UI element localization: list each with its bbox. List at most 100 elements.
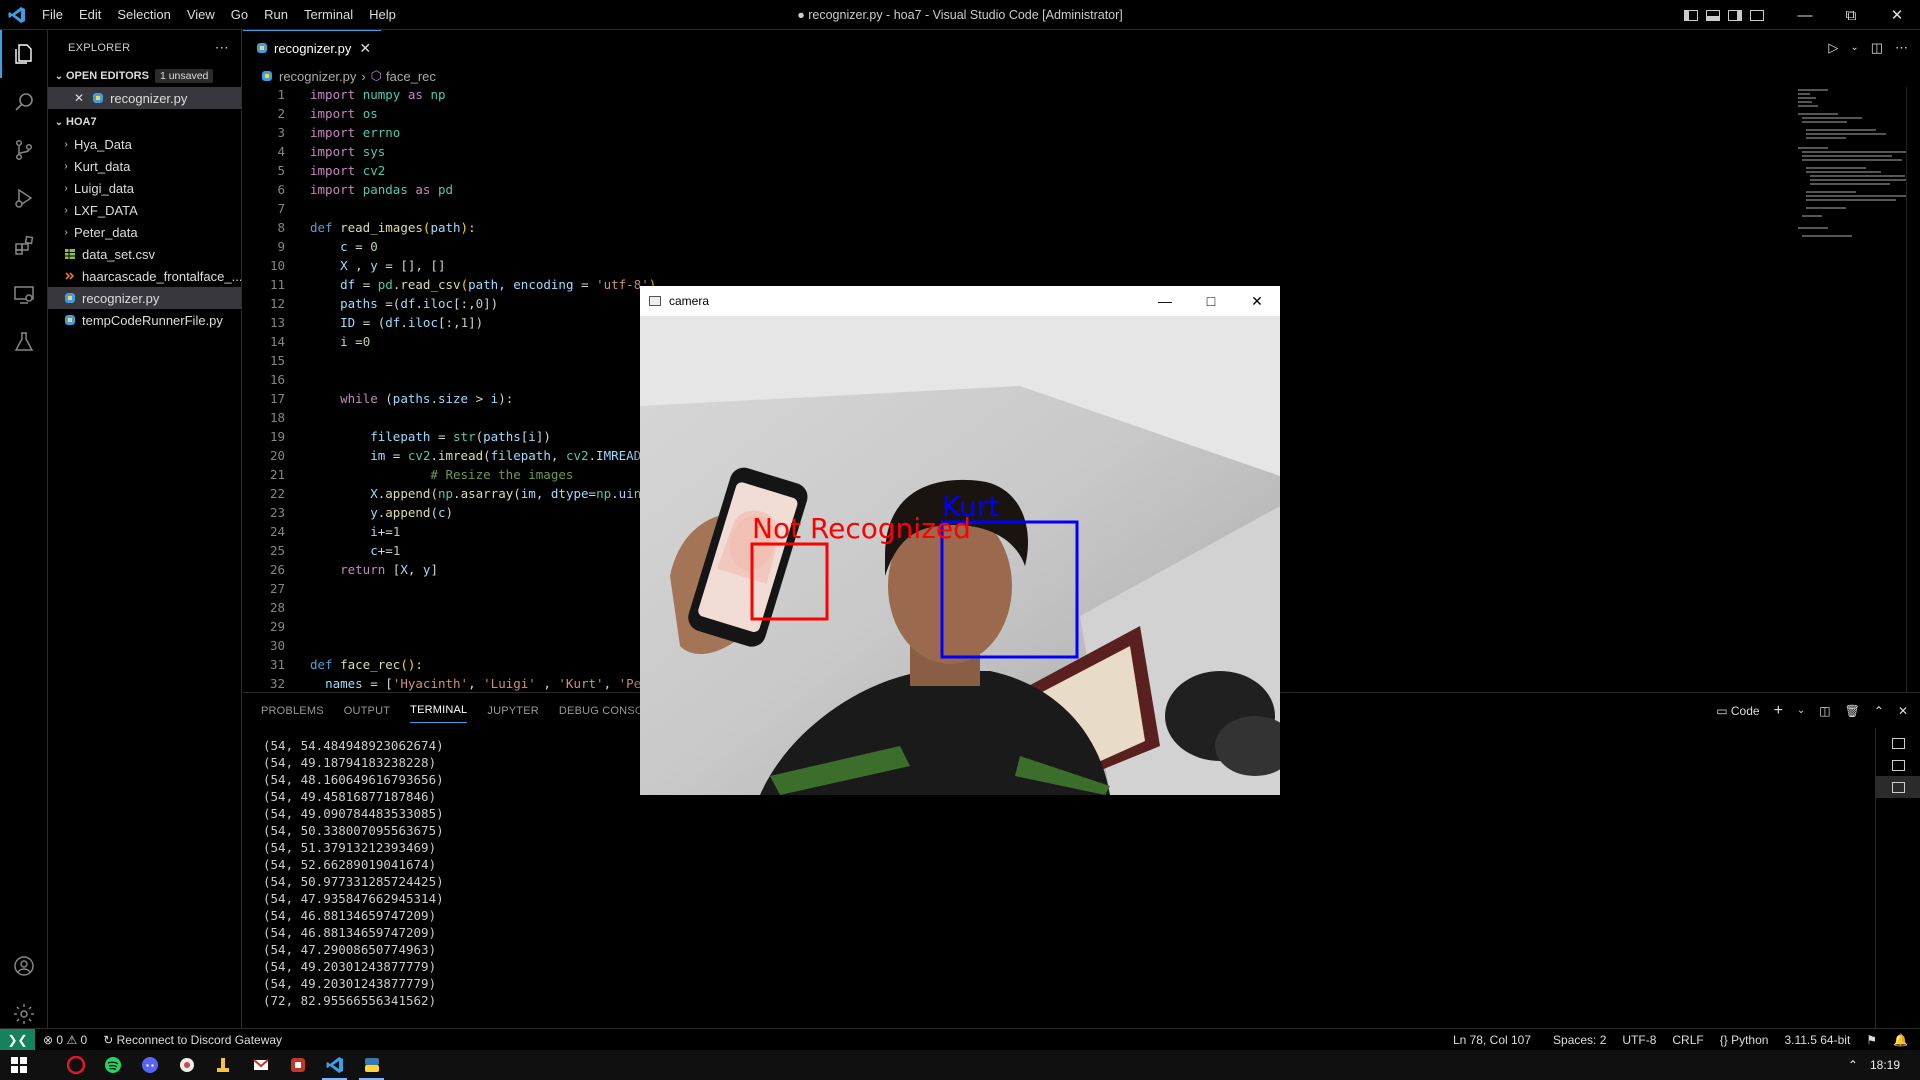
accounts-icon[interactable] — [0, 942, 48, 990]
search-icon[interactable] — [0, 78, 48, 126]
file-item-haarcascade[interactable]: haarcascade_frontalface_... — [48, 265, 241, 287]
feedback-icon[interactable]: ⚑ — [1858, 1033, 1885, 1047]
spotify-icon[interactable] — [94, 1050, 131, 1080]
customize-layout-icon[interactable] — [1746, 0, 1768, 30]
folder-item-hya-data[interactable]: › Hya_Data — [48, 133, 241, 155]
terminal-instance-icon[interactable] — [1876, 754, 1920, 776]
notifications-bell-icon[interactable]: 🔔 — [1885, 1033, 1916, 1047]
run-dropdown-chevron-icon[interactable]: ⌄ — [1850, 42, 1858, 53]
menu-file[interactable]: File — [34, 0, 71, 30]
folder-item-luigi-data[interactable]: › Luigi_data — [48, 177, 241, 199]
remote-indicator-icon[interactable]: ❯❮ — [0, 1028, 35, 1051]
problems-status[interactable]: ⊗ 0 ⚠ 0 — [35, 1033, 95, 1047]
close-icon[interactable]: ✕ — [74, 91, 84, 105]
terminal-icon: ▭ — [1716, 703, 1731, 718]
camera-close-button[interactable]: ✕ — [1234, 286, 1280, 316]
kill-terminal-trash-icon[interactable]: 🗑 — [1845, 704, 1860, 718]
vscode-icon[interactable] — [316, 1050, 353, 1080]
line-ending[interactable]: CRLF — [1664, 1033, 1711, 1047]
clock[interactable]: 18:19 — [1870, 1058, 1900, 1072]
close-panel-icon[interactable]: ✕ — [1898, 704, 1908, 718]
error-count: 0 — [56, 1032, 64, 1047]
tab-jupyter[interactable]: JUPYTER — [487, 699, 539, 723]
split-terminal-icon[interactable]: ◫ — [1819, 704, 1830, 718]
run-python-icon[interactable]: ▷ — [1828, 40, 1838, 56]
code-line: c+=1 — [370, 543, 401, 558]
menu-help[interactable]: Help — [361, 0, 404, 30]
tab-output[interactable]: OUTPUT — [344, 699, 390, 723]
python-interpreter[interactable]: 3.11.5 64-bit — [1776, 1033, 1858, 1047]
file-item-recognizer-py[interactable]: recognizer.py — [48, 287, 241, 309]
camera-maximize-button[interactable]: □ — [1188, 286, 1234, 316]
code-line: c = 0 — [340, 239, 378, 254]
folder-item-kurt-data[interactable]: › Kurt_data — [48, 155, 241, 177]
run-debug-icon[interactable] — [0, 174, 48, 222]
windows-start-icon[interactable] — [0, 1050, 37, 1080]
folder-item-peter-data[interactable]: › Peter_data — [48, 221, 241, 243]
tab-problems[interactable]: PROBLEMS — [261, 699, 324, 723]
menu-selection[interactable]: Selection — [109, 0, 178, 30]
language-mode[interactable]: {} Python — [1712, 1033, 1777, 1047]
opera-icon[interactable] — [57, 1050, 94, 1080]
open-editor-item[interactable]: ✕ recognizer.py — [48, 87, 241, 109]
terminal-instance-icon[interactable] — [1876, 732, 1920, 754]
testing-icon[interactable] — [0, 318, 48, 366]
tab-terminal[interactable]: TERMINAL — [410, 698, 468, 723]
folder-header[interactable]: ⌄ HOA7 — [48, 111, 241, 133]
cursor-position[interactable]: Ln 78, Col 107 — [1445, 1033, 1539, 1047]
discord-status[interactable]: ↻ Reconnect to Discord Gateway — [95, 1033, 290, 1047]
menu-terminal[interactable]: Terminal — [296, 0, 361, 30]
menu-run[interactable]: Run — [256, 0, 296, 30]
minimap[interactable] — [1796, 87, 1916, 287]
breadcrumb-file[interactable]: recognizer.py — [279, 69, 356, 84]
mail-icon[interactable] — [242, 1050, 279, 1080]
files-icon[interactable] — [205, 1050, 242, 1080]
terminal-profile[interactable]: ▭ Code — [1716, 704, 1759, 718]
explorer-sidebar: EXPLORER ⋯ ⌄ OPEN EDITORS 1 unsaved ✕ re… — [48, 30, 242, 1034]
file-item-data-set-csv[interactable]: data_set.csv — [48, 243, 241, 265]
more-actions-icon[interactable]: ⋯ — [1895, 40, 1908, 56]
camera-window[interactable]: camera ― □ ✕ Not Recognized Kurt — [640, 286, 1280, 795]
close-tab-icon[interactable]: ✕ — [359, 40, 371, 57]
file-item-tempcoderunner[interactable]: tempCodeRunnerFile.py — [48, 309, 241, 331]
indentation[interactable]: Spaces: 2 — [1545, 1033, 1614, 1047]
terminal-dropdown-chevron-icon[interactable]: ⌄ — [1797, 705, 1805, 716]
encoding[interactable]: UTF-8 — [1614, 1033, 1664, 1047]
breadcrumb-symbol[interactable]: face_rec — [386, 69, 436, 84]
restore-button[interactable]: ⧉ — [1828, 0, 1874, 30]
python-icon[interactable] — [353, 1050, 390, 1080]
editor-scrollbar[interactable] — [1906, 87, 1920, 692]
toggle-panel-icon[interactable] — [1702, 0, 1724, 30]
menu-view[interactable]: View — [179, 0, 223, 30]
menu-go[interactable]: Go — [223, 0, 256, 30]
menu-edit[interactable]: Edit — [71, 0, 109, 30]
remote-explorer-icon[interactable] — [0, 270, 48, 318]
folder-label: Hya_Data — [74, 136, 132, 152]
app-icon[interactable] — [168, 1050, 205, 1080]
camera-minimize-button[interactable]: ― — [1142, 286, 1188, 316]
explorer-icon[interactable] — [0, 30, 48, 78]
terminal-output[interactable]: (54, 54.484948923062674) (54, 49.18794183… — [263, 737, 444, 1009]
extensions-icon[interactable] — [0, 222, 48, 270]
source-control-icon[interactable] — [0, 126, 48, 174]
close-button[interactable]: ✕ — [1874, 0, 1920, 30]
toggle-secondary-sidebar-icon[interactable] — [1724, 0, 1746, 30]
python-file-icon — [64, 292, 76, 304]
maximize-panel-chevron-up-icon[interactable]: ⌃ — [1874, 704, 1884, 718]
code-line: ID = (df.iloc[:,1]) — [340, 315, 484, 330]
terminal-line: (54, 46.88134659747209) — [263, 908, 437, 923]
open-editors-header[interactable]: ⌄ OPEN EDITORS 1 unsaved — [48, 65, 241, 87]
discord-icon[interactable] — [131, 1050, 168, 1080]
folder-item-lxf-data[interactable]: › LXF_DATA — [48, 199, 241, 221]
app2-icon[interactable] — [279, 1050, 316, 1080]
more-actions-icon[interactable]: ⋯ — [215, 39, 229, 56]
new-terminal-icon[interactable]: + — [1774, 702, 1783, 720]
minimize-button[interactable]: ― — [1782, 0, 1828, 30]
chevron-down-icon: ⌄ — [54, 116, 64, 128]
toggle-sidebar-icon[interactable] — [1680, 0, 1702, 30]
split-editor-icon[interactable]: ◫ — [1871, 40, 1883, 56]
terminal-instance-icon[interactable] — [1876, 776, 1920, 798]
editor-tab-recognizer[interactable]: recognizer.py ✕ — [243, 30, 382, 65]
tray-chevron-up-icon[interactable]: ⌃ — [1848, 1058, 1858, 1072]
chevron-right-icon: › — [64, 182, 68, 194]
